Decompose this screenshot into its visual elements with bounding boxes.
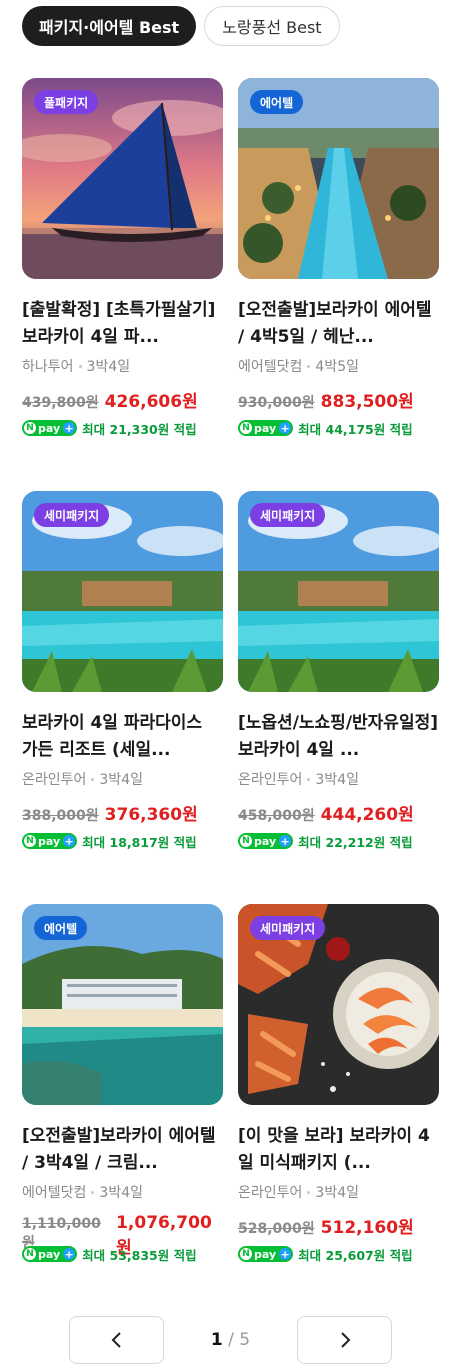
product-title[interactable]: [오전출발]보라카이 에어텔 / 3박4일 / 크림... — [22, 1123, 223, 1177]
original-price: 458,000원 — [238, 808, 315, 824]
current-page: 1 — [210, 1330, 223, 1350]
npay-reward-text: 최대 22,212원 적립 — [298, 834, 413, 850]
product-meta: 온라인투어 3박4일 — [238, 1181, 439, 1203]
npay-plus-logo: Npay + — [22, 1246, 78, 1262]
prev-page-button[interactable] — [69, 1316, 164, 1364]
product-badge: 세미패키지 — [250, 503, 326, 527]
trip-duration: 3박4일 — [99, 1185, 143, 1201]
sale-price: 426,606원 — [104, 392, 198, 412]
chevron-right-icon — [340, 1332, 350, 1348]
seller-name: 하나투어 — [22, 359, 74, 375]
product-card[interactable]: 에어텔 [오전출발]보라카이 에어텔 / 4박5일 / 헤난... 에어텔닷컴 4… — [238, 78, 439, 451]
product-grid: 풀패키지 [출발확정] [초특가필살기] 보라카이 4일 파... 하나투어 3박… — [22, 78, 439, 1277]
product-card[interactable]: 풀패키지 [출발확정] [초특가필살기] 보라카이 4일 파... 하나투어 3박… — [22, 78, 223, 451]
npay-plus-logo: Npay + — [22, 833, 78, 849]
trip-duration: 3박4일 — [315, 1185, 359, 1201]
product-card[interactable]: 세미패키지 [노옵션/노쇼핑/반자유일정] 보라카이 4일 ... 온라인투어 3… — [238, 491, 439, 864]
seller-name: 온라인투어 — [22, 772, 87, 788]
sale-price: 444,260원 — [320, 805, 414, 825]
price-row: 458,000원 444,260원 — [238, 800, 439, 825]
product-badge: 세미패키지 — [250, 916, 326, 940]
npay-plus-logo: Npay + — [238, 1246, 294, 1262]
product-card[interactable]: 세미패키지 보라카이 4일 파라다이스 가든 리조트 (세일... 온라인투어 3… — [22, 491, 223, 864]
tab-package-airtel-best[interactable]: 패키지·에어텔 Best — [22, 6, 197, 46]
trip-duration: 3박4일 — [86, 359, 131, 375]
product-badge: 에어텔 — [250, 90, 304, 114]
meta-dot — [307, 1190, 311, 1194]
product-image-beach-hotel[interactable]: 에어텔 — [22, 904, 223, 1105]
product-meta: 하나투어 3박4일 — [22, 355, 223, 377]
npay-plus-logo: Npay + — [238, 420, 294, 436]
product-meta: 온라인투어 3박4일 — [22, 768, 223, 790]
product-image-resort-pool[interactable]: 세미패키지 — [22, 491, 223, 692]
product-title[interactable]: [출발확정] [초특가필살기] 보라카이 4일 파... — [22, 297, 223, 351]
original-price: 388,000원 — [22, 808, 99, 824]
page-separator: / — [228, 1330, 234, 1350]
seller-name: 에어텔닷컴 — [238, 359, 303, 375]
product-image-sailboat[interactable]: 풀패키지 — [22, 78, 223, 279]
original-price: 528,000원 — [238, 1221, 315, 1237]
product-meta: 온라인투어 3박4일 — [238, 768, 439, 790]
product-image-resort-pool[interactable]: 세미패키지 — [238, 491, 439, 692]
npay-plus-logo: Npay + — [238, 833, 294, 849]
original-price: 930,000원 — [238, 395, 315, 411]
price-row: 439,800원 426,606원 — [22, 387, 223, 412]
sale-price: 883,500원 — [320, 392, 414, 412]
product-title[interactable]: [이 맛을 보라] 보라카이 4일 미식패키지 (... — [238, 1123, 439, 1177]
original-price: 439,800원 — [22, 395, 99, 411]
npay-reward-text: 최대 18,817원 적립 — [82, 834, 197, 850]
npay-reward: Npay + 최대 18,817원 적립 — [22, 832, 223, 850]
npay-reward-text: 최대 25,607원 적립 — [298, 1247, 413, 1263]
product-card[interactable]: 에어텔 [오전출발]보라카이 에어텔 / 3박4일 / 크림... 에어텔닷컴 3… — [22, 904, 223, 1277]
price-row: 1,110,000원 1,076,700원 — [22, 1213, 223, 1258]
product-image-seafood[interactable]: 세미패키지 — [238, 904, 439, 1105]
product-title[interactable]: 보라카이 4일 파라다이스 가든 리조트 (세일... — [22, 710, 223, 764]
price-row: 388,000원 376,360원 — [22, 800, 223, 825]
trip-duration: 3박4일 — [315, 772, 359, 788]
product-card[interactable]: 세미패키지 [이 맛을 보라] 보라카이 4일 미식패키지 (... 온라인투어… — [238, 904, 439, 1277]
meta-dot — [78, 364, 82, 368]
seller-name: 온라인투어 — [238, 772, 303, 788]
total-pages: 5 — [239, 1330, 251, 1350]
product-badge: 세미패키지 — [34, 503, 110, 527]
npay-plus-logo: Npay + — [22, 420, 78, 436]
npay-reward: Npay + 최대 22,212원 적립 — [238, 832, 439, 850]
npay-reward: Npay + 최대 44,175원 적립 — [238, 419, 439, 437]
next-page-button[interactable] — [297, 1316, 392, 1364]
product-badge: 에어텔 — [34, 916, 88, 940]
sale-price: 512,160원 — [320, 1218, 414, 1238]
price-row: 930,000원 883,500원 — [238, 387, 439, 412]
product-meta: 에어텔닷컴 3박4일 — [22, 1181, 223, 1203]
category-tabs: 패키지·에어텔 Best 노랑풍선 Best — [22, 6, 340, 46]
pagination: 1 / 5 — [0, 1316, 461, 1364]
npay-reward-text: 최대 44,175원 적립 — [298, 421, 413, 437]
trip-duration: 4박5일 — [315, 359, 359, 375]
npay-reward: Npay + 최대 25,607원 적립 — [238, 1245, 439, 1263]
npay-reward-text: 최대 53,835원 적립 — [82, 1247, 197, 1263]
npay-reward: Npay + 최대 53,835원 적립 — [22, 1245, 223, 1263]
product-title[interactable]: [노옵션/노쇼핑/반자유일정] 보라카이 4일 ... — [238, 710, 439, 764]
meta-dot — [307, 364, 311, 368]
product-meta: 에어텔닷컴 4박5일 — [238, 355, 439, 377]
meta-dot — [91, 1190, 95, 1194]
chevron-left-icon — [111, 1332, 121, 1348]
npay-reward-text: 최대 21,330원 적립 — [82, 421, 197, 437]
seller-name: 온라인투어 — [238, 1185, 303, 1201]
sale-price: 376,360원 — [104, 805, 198, 825]
meta-dot — [307, 777, 311, 781]
seller-name: 에어텔닷컴 — [22, 1185, 87, 1201]
npay-reward: Npay + 최대 21,330원 적립 — [22, 419, 223, 437]
page-indicator: 1 / 5 — [164, 1316, 297, 1364]
tab-norangpungseon-best[interactable]: 노랑풍선 Best — [204, 6, 340, 46]
product-title[interactable]: [오전출발]보라카이 에어텔 / 4박5일 / 헤난... — [238, 297, 439, 351]
trip-duration: 3박4일 — [99, 772, 143, 788]
product-badge: 풀패키지 — [34, 90, 99, 114]
price-row: 528,000원 512,160원 — [238, 1213, 439, 1238]
meta-dot — [91, 777, 95, 781]
product-image-resort-night[interactable]: 에어텔 — [238, 78, 439, 279]
